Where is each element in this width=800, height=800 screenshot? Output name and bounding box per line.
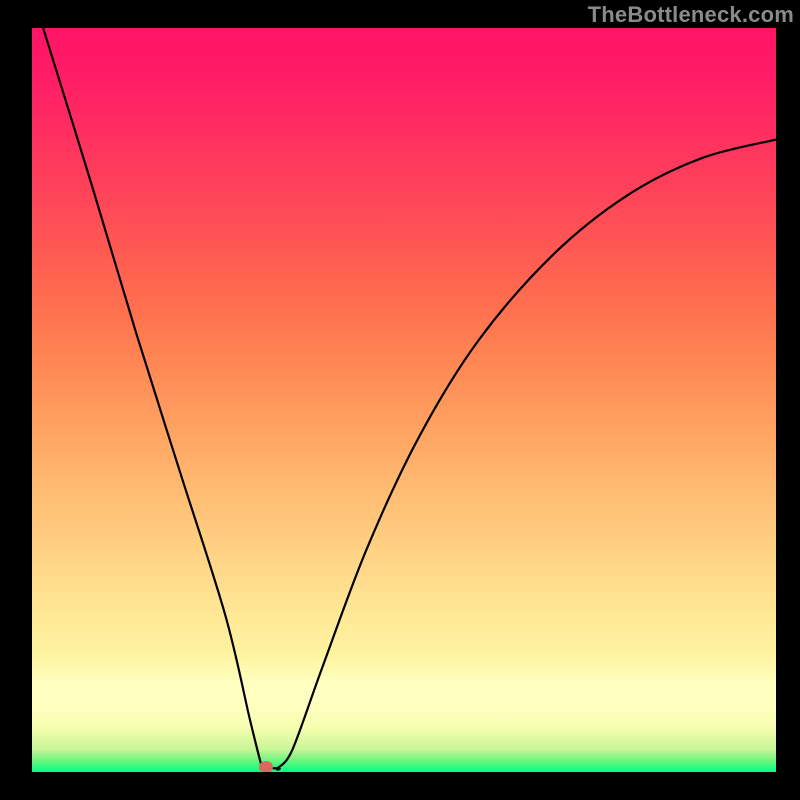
min-marker-icon xyxy=(259,761,273,772)
bottleneck-curve xyxy=(32,28,776,772)
chart-frame: TheBottleneck.com xyxy=(0,0,800,800)
plot-area xyxy=(32,28,776,772)
watermark-text: TheBottleneck.com xyxy=(588,2,794,28)
